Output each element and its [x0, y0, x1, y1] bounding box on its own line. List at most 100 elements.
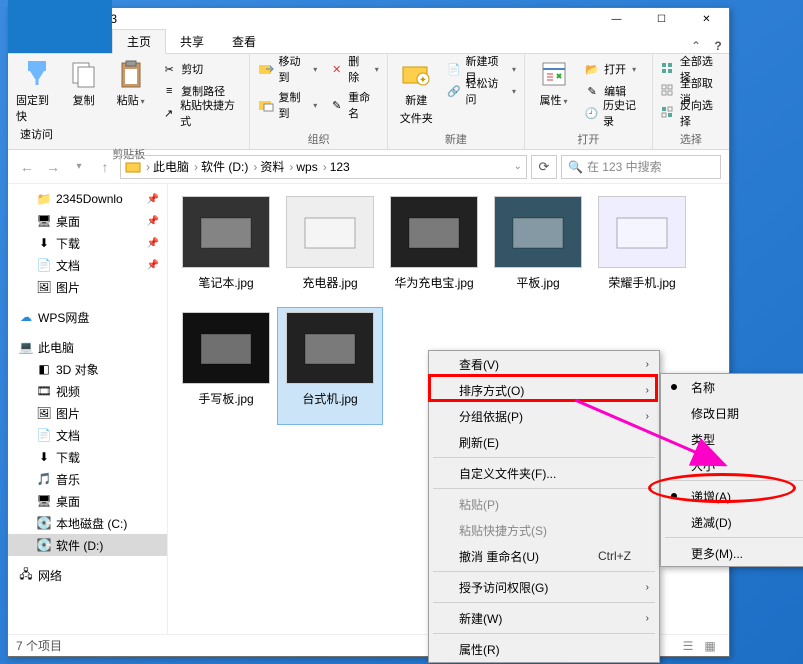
file-name: 充电器.jpg — [302, 274, 357, 291]
submenu-item-type[interactable]: 类型 — [661, 426, 803, 452]
chevron-right-icon: › — [646, 582, 649, 593]
thumbnail — [390, 196, 478, 268]
up-button[interactable]: ↑ — [94, 156, 116, 178]
submenu-item-more[interactable]: 更多(M)... — [661, 540, 803, 566]
sidebar-item-3d[interactable]: ◧3D 对象 — [8, 358, 167, 380]
recent-dropdown[interactable]: ▾ — [68, 156, 90, 178]
cut-button[interactable]: ✂剪切 — [161, 58, 241, 80]
menu-item-groupby[interactable]: 分组依据(P)› — [429, 403, 659, 429]
pin-quick-access-button[interactable]: 固定到快 速访问 — [16, 58, 57, 142]
sidebar-item-documents[interactable]: 📄文档📌 — [8, 254, 167, 276]
paste-shortcut-button[interactable]: ↗粘贴快捷方式 — [161, 102, 241, 124]
view-details-button[interactable]: ☰ — [677, 637, 699, 655]
crumb-pc[interactable]: 此电脑 — [153, 158, 189, 175]
side-q2: 下载 — [56, 235, 80, 252]
crumb-f3[interactable]: 123 — [330, 160, 350, 174]
crumbs-dropdown-icon[interactable]: ⌄ — [514, 161, 522, 172]
menu-item-undo[interactable]: 撤消 重命名(U)Ctrl+Z — [429, 543, 659, 569]
properties-button[interactable]: 属性 — [533, 58, 574, 120]
copy-button[interactable]: 复制 — [63, 58, 104, 142]
menu-item-sort[interactable]: 排序方式(O)› — [429, 377, 659, 403]
sidebar-item-wps[interactable]: ☁WPS网盘 — [8, 306, 167, 328]
titlebar: ▾ 123 — ☐ ✕ — [8, 8, 729, 30]
minimize-button[interactable]: — — [594, 8, 639, 30]
menu-item-new[interactable]: 新建(W)› — [429, 605, 659, 631]
move-to-button[interactable]: 移动到 — [258, 58, 317, 80]
tab-share[interactable]: 共享 — [166, 30, 218, 53]
file-name: 平板.jpg — [516, 274, 559, 291]
file-item[interactable]: 台式机.jpg — [278, 308, 382, 424]
sidebar-item-documents-pc[interactable]: 📄文档 — [8, 424, 167, 446]
menu-item-grant-access[interactable]: 授予访问权限(G)› — [429, 574, 659, 600]
submenu-item-size[interactable]: 大小 — [661, 452, 803, 478]
side-q4: 图片 — [56, 279, 80, 296]
file-item[interactable]: 手写板.jpg — [174, 308, 278, 424]
history-button[interactable]: 🕘历史记录 — [584, 102, 644, 124]
file-item[interactable]: 荣耀手机.jpg — [590, 192, 694, 308]
invert-selection-button[interactable]: 反向选择 — [661, 102, 721, 124]
view-thumbnails-button[interactable]: ▦ — [699, 637, 721, 655]
newitem-icon: 📄 — [447, 61, 462, 77]
pin-label1: 固定到快 — [16, 92, 57, 124]
crumb-drive[interactable]: 软件 (D:) — [201, 158, 248, 175]
submenu-item-desc[interactable]: 递减(D) — [661, 509, 803, 535]
maximize-button[interactable]: ☐ — [639, 8, 684, 30]
sidebar-item-desktop-pc[interactable]: 🖥桌面 — [8, 490, 167, 512]
close-button[interactable]: ✕ — [684, 8, 729, 30]
file-item[interactable]: 华为充电宝.jpg — [382, 192, 486, 308]
back-button[interactable]: ← — [16, 156, 38, 178]
folder-icon: 📁 — [36, 191, 52, 207]
search-box[interactable]: 🔍 在 123 中搜索 — [561, 155, 721, 179]
copy-to-button[interactable]: 复制到 — [258, 94, 317, 116]
crumb-f2[interactable]: wps — [296, 160, 317, 174]
cm-custom-label: 自定义文件夹(F)... — [459, 465, 556, 482]
breadcrumb[interactable]: ›此电脑 ›软件 (D:) ›资料 ›wps ›123 ⌄ — [120, 155, 527, 179]
file-item[interactable]: 平板.jpg — [486, 192, 590, 308]
sidebar-item-thispc[interactable]: 💻此电脑 — [8, 336, 167, 358]
sidebar-item-download[interactable]: ⬇下载📌 — [8, 232, 167, 254]
sidebar-item-network[interactable]: 🖧网络 — [8, 564, 167, 586]
pin-icon: 📌 — [147, 238, 159, 249]
sidebar-item-videos[interactable]: 🎞视频 — [8, 380, 167, 402]
sidebar-item-pictures-pc[interactable]: 🖼图片 — [8, 402, 167, 424]
crumb-f1[interactable]: 资料 — [260, 158, 284, 175]
edit-icon: ✎ — [584, 83, 600, 99]
easy-access-button[interactable]: 🔗轻松访问 — [447, 80, 516, 102]
refresh-button[interactable]: ⟳ — [531, 155, 557, 179]
submenu-item-name[interactable]: 名称 — [661, 374, 803, 400]
submenu-item-asc[interactable]: 递增(A) — [661, 483, 803, 509]
new-folder-button[interactable]: ✦ 新建 文件夹 — [396, 58, 437, 126]
sidebar-item-desktop[interactable]: 🖥桌面📌 — [8, 210, 167, 232]
file-item[interactable]: 笔记本.jpg — [174, 192, 278, 308]
cm-group-label: 分组依据(P) — [459, 408, 523, 425]
delete-button[interactable]: ✕删除 — [329, 58, 378, 80]
tab-home[interactable]: 主页 — [112, 29, 166, 54]
item-count: 7 个项目 — [16, 637, 62, 654]
tab-file[interactable]: 文件 — [8, 0, 112, 53]
menu-item-properties[interactable]: 属性(R) — [429, 636, 659, 662]
open-button[interactable]: 📂打开 — [584, 58, 644, 80]
ribbon-collapse-icon[interactable]: ⌃ — [685, 39, 707, 53]
menu-item-customize[interactable]: 自定义文件夹(F)... — [429, 460, 659, 486]
sort-submenu: 名称 修改日期 类型 大小 递增(A) 递减(D) 更多(M)... — [660, 373, 803, 567]
paste-button[interactable]: 粘贴 — [110, 58, 151, 142]
sidebar-item-drive-d[interactable]: 💽软件 (D:) — [8, 534, 167, 556]
sidebar-item-pictures[interactable]: 🖼图片 — [8, 276, 167, 298]
sidebar-item-music[interactable]: 🎵音乐 — [8, 468, 167, 490]
sidebar-item-drive-c[interactable]: 💽本地磁盘 (C:) — [8, 512, 167, 534]
forward-button[interactable]: → — [42, 156, 64, 178]
sidebar-item-downloads-folder[interactable]: 📁2345Downlo📌 — [8, 188, 167, 210]
file-item[interactable]: 充电器.jpg — [278, 192, 382, 308]
help-icon[interactable]: ? — [707, 39, 729, 53]
invert-icon — [661, 105, 676, 121]
tab-view[interactable]: 查看 — [218, 30, 270, 53]
menu-item-view[interactable]: 查看(V)› — [429, 351, 659, 377]
chevron-right-icon: › — [646, 359, 649, 370]
ribbon-group-new: ✦ 新建 文件夹 📄新建项目 🔗轻松访问 新建 — [388, 54, 525, 149]
submenu-item-date[interactable]: 修改日期 — [661, 400, 803, 426]
menu-item-refresh[interactable]: 刷新(E) — [429, 429, 659, 455]
ribbon-group-organize: 移动到 复制到 ✕删除 ✎重命名 组织 — [250, 54, 387, 149]
cm-prop-label: 属性(R) — [459, 641, 500, 658]
sidebar-item-download-pc[interactable]: ⬇下载 — [8, 446, 167, 468]
rename-button[interactable]: ✎重命名 — [329, 94, 378, 116]
